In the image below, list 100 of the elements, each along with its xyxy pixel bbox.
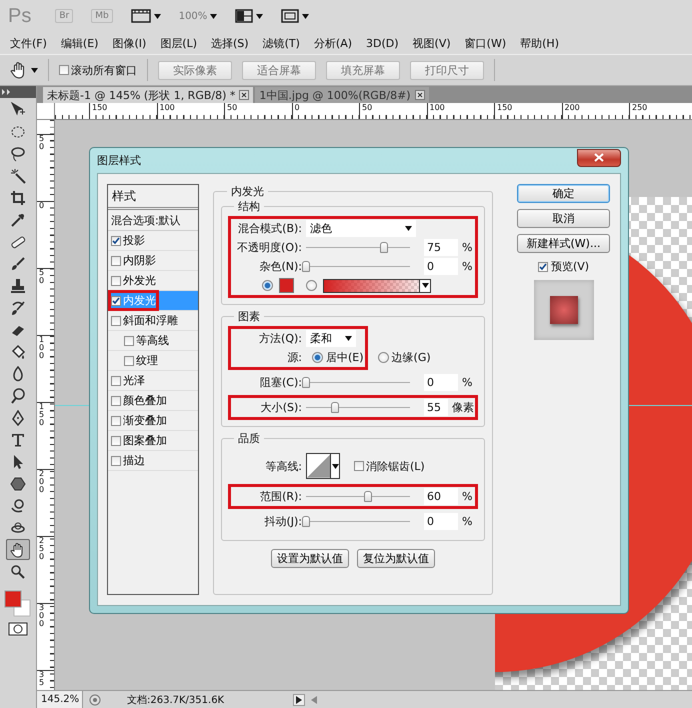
checkbox[interactable] xyxy=(111,316,121,326)
close-icon[interactable] xyxy=(239,90,250,100)
ruler-label: 200 xyxy=(39,470,45,494)
default-button[interactable]: 设置为默认值 xyxy=(271,549,349,568)
radio-button[interactable] xyxy=(312,352,323,363)
ruler-label: 50 xyxy=(362,103,372,112)
ruler-label: 300 xyxy=(39,604,45,628)
style-item[interactable]: 图案叠加 xyxy=(108,431,198,451)
ruler-label: 150 xyxy=(39,403,45,427)
checkbox[interactable] xyxy=(111,256,121,266)
dialog-button[interactable]: 取消 xyxy=(517,209,610,228)
collapse-arrows-icon[interactable] xyxy=(2,89,11,95)
style-label: 投影 xyxy=(123,233,145,248)
slider[interactable] xyxy=(306,490,410,503)
color-swatches-icon[interactable] xyxy=(4,588,32,618)
dialog-button[interactable]: 确定 xyxy=(517,184,610,203)
close-icon[interactable] xyxy=(414,90,425,100)
slider-thumb[interactable] xyxy=(364,491,372,502)
style-item[interactable]: 斜面和浮雕 xyxy=(108,311,198,331)
menu-item[interactable]: 3D(D) xyxy=(366,36,399,50)
menu-item[interactable]: 滤镜(T) xyxy=(262,36,300,50)
style-label: 光泽 xyxy=(123,373,145,388)
quick-mask-icon[interactable] xyxy=(8,622,28,636)
checkbox[interactable] xyxy=(111,396,121,406)
style-item[interactable]: 混合选项:默认 xyxy=(108,210,198,231)
radio-label: 居中(E) xyxy=(326,350,364,365)
slider[interactable] xyxy=(306,241,410,254)
style-item[interactable]: 光泽 xyxy=(108,371,198,391)
menu-item[interactable]: 选择(S) xyxy=(211,36,249,50)
style-item[interactable]: 等高线 xyxy=(108,331,198,351)
field-label: 范围(R): xyxy=(259,489,302,504)
menu-item[interactable]: 图像(I) xyxy=(112,36,146,50)
slider-thumb[interactable] xyxy=(302,377,310,388)
radio-button[interactable] xyxy=(378,352,389,363)
color-swatch[interactable] xyxy=(279,278,294,293)
menu-item[interactable]: 窗口(W) xyxy=(464,36,506,50)
checkbox[interactable] xyxy=(111,276,121,286)
style-item[interactable]: 内阴影 xyxy=(108,251,198,271)
dropdown[interactable]: 柔和 xyxy=(306,330,356,347)
value-field[interactable]: 0 xyxy=(424,258,458,275)
checkbox[interactable] xyxy=(111,456,121,466)
style-label: 图案叠加 xyxy=(123,433,167,448)
info-circle-icon[interactable] xyxy=(89,694,101,706)
document-tab[interactable]: 未标题-1 @ 145% (形状 1, RGB/8) * xyxy=(43,87,254,103)
film-strip-icon[interactable] xyxy=(130,9,151,23)
checkbox[interactable] xyxy=(124,356,134,366)
play-arrow-button[interactable] xyxy=(293,694,305,706)
style-item[interactable]: 渐变叠加 xyxy=(108,411,198,431)
slider-thumb[interactable] xyxy=(380,242,388,253)
gradient-picker[interactable] xyxy=(323,278,431,292)
style-item[interactable]: 描边 xyxy=(108,451,198,471)
zoom-field[interactable]: 145.2% xyxy=(37,691,83,708)
slider-thumb[interactable] xyxy=(302,516,310,527)
radio-button[interactable] xyxy=(306,280,317,291)
slider-thumb[interactable] xyxy=(302,261,310,272)
menu-item[interactable]: 编辑(E) xyxy=(60,36,98,50)
value-field[interactable]: 55 xyxy=(424,399,448,416)
value-field[interactable]: 75 xyxy=(424,239,458,256)
style-label: 颜色叠加 xyxy=(123,393,167,408)
unit-label: 像素 xyxy=(452,400,474,415)
style-item[interactable]: 颜色叠加 xyxy=(108,391,198,411)
checkbox[interactable] xyxy=(111,416,121,426)
style-item[interactable]: 纹理 xyxy=(108,351,198,371)
menu-item[interactable]: 帮助(H) xyxy=(520,36,559,50)
radio-button[interactable] xyxy=(262,280,273,291)
app-logo: Ps xyxy=(8,4,32,28)
value-field[interactable]: 0 xyxy=(424,374,458,391)
close-button[interactable] xyxy=(577,148,621,166)
checkbox[interactable] xyxy=(124,336,134,346)
menu-item[interactable]: 分析(A) xyxy=(314,36,352,50)
checkbox[interactable] xyxy=(538,262,548,272)
list-header: 样式 xyxy=(108,185,198,210)
ruler-label: 250 xyxy=(632,103,648,112)
document-tab[interactable]: 1中国.jpg @ 100%(RGB/8#) xyxy=(255,87,429,103)
dropdown[interactable]: 滤色 xyxy=(306,220,416,237)
dialog-button[interactable]: 新建样式(W)... xyxy=(517,234,610,253)
checkbox[interactable] xyxy=(111,376,121,386)
hand-icon[interactable] xyxy=(6,539,30,560)
field-label: 不透明度(O): xyxy=(236,240,302,255)
field-label: 方法(Q): xyxy=(258,331,302,346)
checkbox[interactable] xyxy=(111,236,121,246)
default-button[interactable]: 复位为默认值 xyxy=(357,549,435,568)
checkbox[interactable] xyxy=(111,296,121,306)
menu-item[interactable]: 图层(L) xyxy=(160,36,198,50)
value-field[interactable]: 60 xyxy=(424,488,458,505)
value-field[interactable]: 0 xyxy=(424,513,458,530)
slider-thumb[interactable] xyxy=(331,402,340,413)
screen-mode-icon[interactable] xyxy=(281,9,300,23)
checkbox[interactable] xyxy=(354,461,364,471)
ruler-label: 100 xyxy=(39,336,45,360)
menu-item[interactable]: 视图(V) xyxy=(412,36,451,50)
contour-picker[interactable] xyxy=(306,453,340,479)
style-label: 斜面和浮雕 xyxy=(123,313,178,328)
slider[interactable] xyxy=(306,401,410,414)
layout-grid-icon[interactable] xyxy=(235,9,254,23)
checkbox[interactable] xyxy=(59,65,69,75)
menu-item[interactable]: 文件(F) xyxy=(10,36,47,50)
style-item[interactable]: 投影 xyxy=(108,231,198,251)
field-label: 等高线: xyxy=(264,458,302,474)
checkbox[interactable] xyxy=(111,436,121,446)
